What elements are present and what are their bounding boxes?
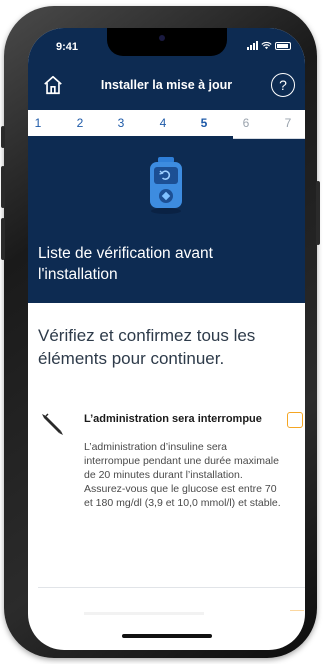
hero-section: Liste de vérification avant l'installati…: [28, 139, 305, 303]
notch: [107, 28, 227, 56]
step-7: 7: [284, 116, 292, 130]
checklist-item-title: L’administration sera interrompue: [84, 413, 262, 425]
checklist-item-description: L’administration d’insuline sera interro…: [84, 441, 281, 509]
step-4: 4: [159, 116, 167, 130]
volume-down-button: [1, 218, 5, 260]
volume-up-button: [1, 166, 5, 208]
status-time: 9:41: [56, 41, 79, 53]
battery-icon: [275, 41, 291, 50]
help-icon[interactable]: ?: [271, 73, 295, 97]
insulin-pump-icon: [150, 157, 182, 214]
nav-bar: Installer la mise à jour ?: [28, 66, 305, 106]
step-5-current: 5: [200, 116, 208, 130]
divider: [38, 587, 305, 588]
next-checkbox-partial: [290, 610, 304, 615]
silent-switch: [1, 126, 5, 148]
step-indicator: 1 2 3 4 5 6 7: [28, 110, 305, 139]
step-2: 2: [76, 116, 84, 130]
status-icons: [247, 41, 291, 50]
confirm-checkbox[interactable]: [287, 412, 303, 428]
signal-icon: [247, 41, 258, 50]
status-bar: 9:41: [28, 28, 305, 62]
checklist-item: L’administration sera interrompue L’admi…: [28, 406, 305, 586]
phone-frame: 9:41 Installer la mise à jour ? 1 2 3 4 …: [1, 6, 320, 658]
pen-icon: [42, 413, 63, 435]
instruction-text: Vérifiez et confirmez tous les éléments …: [38, 326, 256, 368]
hero-title: Liste de vérification avant l'installati…: [38, 245, 213, 283]
app-screen: 9:41 Installer la mise à jour ? 1 2 3 4 …: [28, 28, 305, 650]
home-indicator[interactable]: [122, 634, 212, 638]
camera-icon: [159, 35, 165, 41]
page-title: Installer la mise à jour: [100, 78, 233, 92]
step-1: 1: [34, 116, 42, 130]
next-item-partial: [84, 612, 204, 615]
home-icon[interactable]: [42, 74, 64, 96]
wifi-icon: [261, 41, 272, 50]
step-3: 3: [117, 116, 125, 130]
power-button: [316, 181, 320, 245]
step-6: 6: [242, 116, 250, 130]
